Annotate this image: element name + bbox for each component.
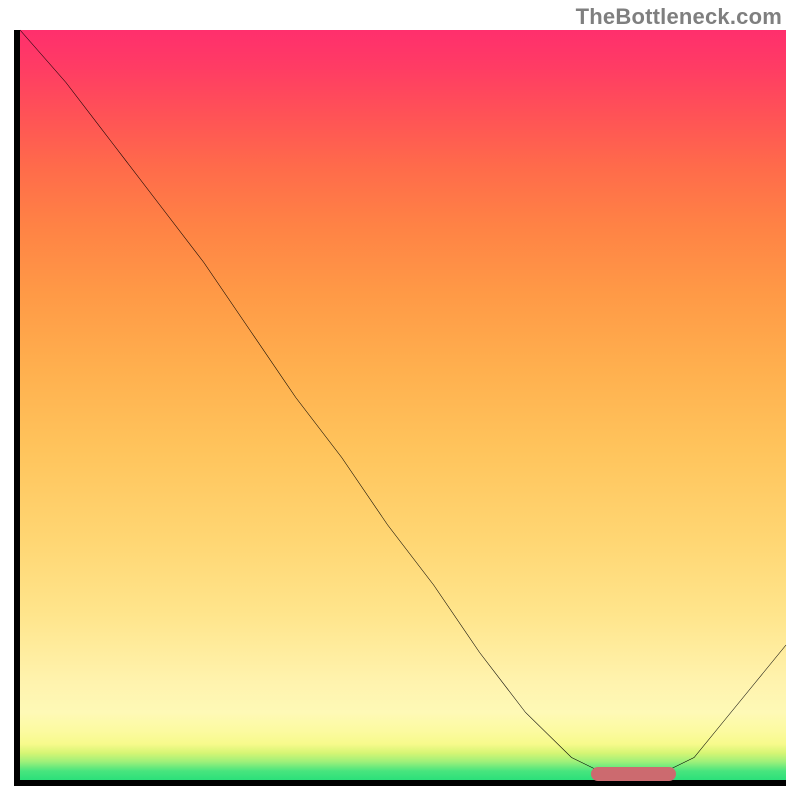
watermark-text: TheBottleneck.com [576,4,782,30]
optimum-range-marker [591,767,676,781]
chart-axes [14,30,786,786]
bottleneck-curve [20,30,786,780]
